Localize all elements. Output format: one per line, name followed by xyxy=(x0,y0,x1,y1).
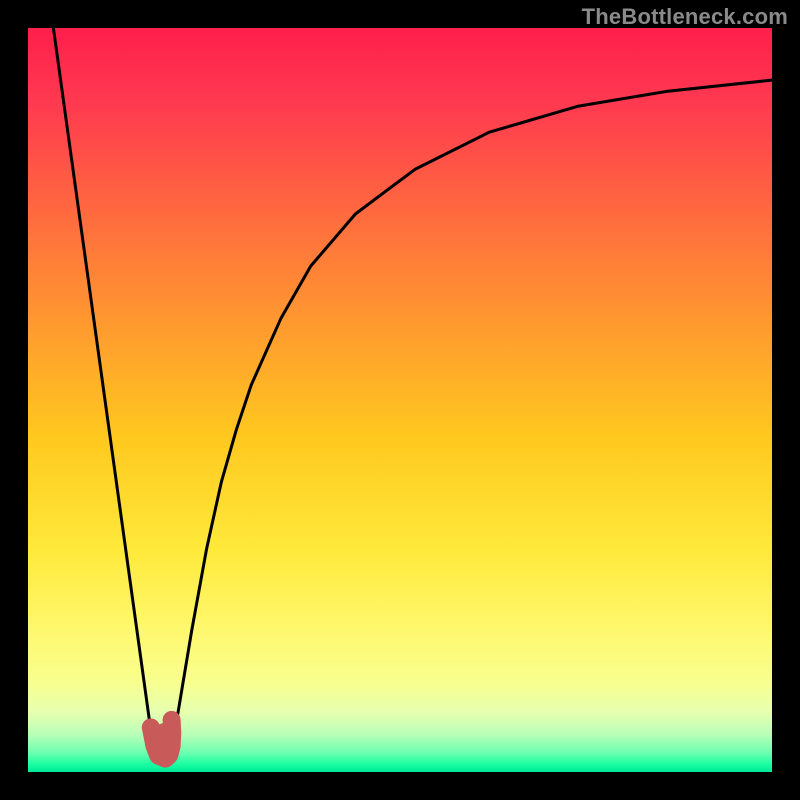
watermark-text: TheBottleneck.com xyxy=(582,4,788,30)
marker-blob xyxy=(151,720,173,759)
curves-layer xyxy=(28,28,772,772)
log-curve xyxy=(169,80,772,757)
plot-area xyxy=(28,28,772,772)
v-curve xyxy=(50,28,154,757)
